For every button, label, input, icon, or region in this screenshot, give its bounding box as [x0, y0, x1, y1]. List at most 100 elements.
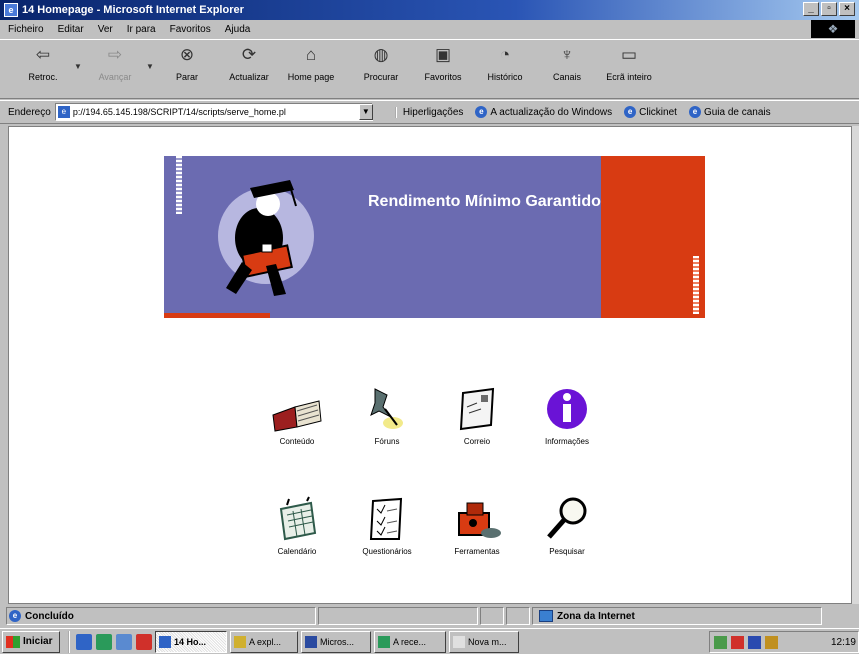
quick-launch	[68, 630, 152, 653]
ie-app-icon[interactable]: e	[4, 3, 18, 17]
vertical-scrollbar[interactable]	[852, 126, 859, 604]
status-text: Concluído	[25, 610, 74, 622]
task-new-message[interactable]: Nova m...	[449, 630, 519, 653]
forward-arrow-icon: ⇨	[107, 45, 123, 64]
link-windows-update-label: A actualização do Windows	[490, 106, 613, 118]
refresh-label: Actualizar	[229, 72, 269, 82]
search-globe-icon: ◍	[373, 45, 389, 64]
nav-correio[interactable]: Correio	[437, 385, 517, 446]
taskbar-clock[interactable]: 12:19	[831, 637, 858, 648]
stop-button[interactable]: ⊗ Parar	[156, 40, 218, 96]
word-task-icon	[305, 635, 317, 648]
start-button[interactable]: Iniciar	[2, 630, 60, 653]
maximize-button[interactable]: ▫	[821, 2, 837, 16]
menu-ficheiro[interactable]: Ficheiro	[8, 24, 44, 35]
ie-task-icon	[159, 635, 171, 648]
mail-task-icon	[378, 635, 390, 648]
title-bar: e 14 Homepage - Microsoft Internet Explo…	[0, 0, 859, 20]
favorites-label: Favoritos	[424, 72, 462, 82]
forward-button[interactable]: ⇨ Avançar	[84, 40, 146, 96]
tray-volume-icon[interactable]	[765, 635, 778, 649]
task-14-homepage[interactable]: 14 Ho...	[155, 630, 227, 653]
toolbox-icon	[458, 502, 501, 538]
link-channel-guide[interactable]: e Guia de canais	[688, 106, 771, 118]
channels-button[interactable]: ♆ Canais	[536, 40, 598, 96]
menu-bar: Ficheiro Editar Ver Ir para Favoritos Aj…	[0, 20, 859, 38]
menu-editar[interactable]: Editar	[58, 24, 84, 35]
tray-alert-icon[interactable]	[731, 635, 744, 649]
tray-app-icon[interactable]	[714, 635, 727, 649]
banner-stripes-left	[176, 156, 182, 214]
favorites-folder-icon: ▣	[434, 45, 452, 64]
status-bar: e Concluído Zona da Internet	[0, 606, 859, 626]
address-label: Endereço	[8, 106, 51, 118]
desktop-quicklaunch-icon[interactable]	[116, 633, 132, 650]
link-windows-update[interactable]: e A actualização do Windows	[475, 106, 612, 118]
nav-ferramentas[interactable]: Ferramentas	[437, 495, 517, 556]
address-bar: Endereço e p://194.65.145.198/SCRIPT/14/…	[0, 100, 859, 124]
close-button[interactable]: ×	[839, 2, 855, 16]
graduate-logo-icon	[218, 180, 314, 296]
nav-questionarios[interactable]: Questionários	[347, 495, 427, 556]
fullscreen-button[interactable]: ▭ Ecrã inteiro	[598, 40, 660, 96]
link-channel-guide-label: Guia de canais	[703, 106, 771, 118]
menu-ver[interactable]: Ver	[98, 24, 113, 35]
nav-questionarios-label: Questionários	[362, 547, 412, 556]
tray-network-icon[interactable]	[748, 635, 761, 649]
page-viewport[interactable]: Rendimento Mínimo Garantido Conteúdo Fór…	[8, 126, 852, 604]
nav-calendario[interactable]: Calendário	[257, 495, 337, 556]
back-dropdown-icon[interactable]: ▼	[74, 40, 84, 71]
search-button[interactable]: ◍ Procurar	[350, 40, 412, 96]
forward-dropdown-icon[interactable]: ▼	[146, 40, 156, 71]
channels-satellite-icon: ♆	[560, 45, 574, 64]
standard-toolbar: ⇦ Retroc. ▼ ⇨ Avançar ▼ ⊗ Parar ⟳ Actual…	[0, 39, 859, 99]
system-tray: 12:19	[709, 631, 859, 653]
address-input[interactable]: e p://194.65.145.198/SCRIPT/14/scripts/s…	[54, 103, 373, 121]
address-dropdown-icon[interactable]: ▼	[358, 104, 373, 120]
search-label: Procurar	[363, 72, 399, 82]
minimize-button[interactable]: _	[803, 2, 819, 16]
task-inbox-label: A rece...	[393, 636, 427, 647]
task-explorer[interactable]: A expl...	[230, 630, 298, 653]
zone-text: Zona da Internet	[557, 610, 635, 622]
stop-icon: ⊗	[179, 45, 195, 64]
nav-conteudo[interactable]: Conteúdo	[257, 385, 337, 446]
task-word[interactable]: Micros...	[301, 630, 371, 653]
refresh-icon: ⟳	[241, 45, 257, 64]
back-arrow-icon: ⇦	[35, 45, 51, 64]
nav-foruns[interactable]: Fóruns	[347, 385, 427, 446]
nav-calendario-label: Calendário	[277, 547, 317, 556]
status-text-panel: e Concluído	[6, 607, 316, 625]
home-button[interactable]: ⌂ Home page	[280, 40, 342, 96]
history-label: Histórico	[487, 72, 523, 82]
favorites-button[interactable]: ▣ Favoritos	[412, 40, 474, 96]
pushpin-icon	[370, 388, 403, 429]
history-icon: ◔	[499, 45, 511, 64]
channels-quicklaunch-icon[interactable]	[136, 633, 152, 650]
window-title: 14 Homepage - Microsoft Internet Explore…	[22, 4, 244, 16]
history-button[interactable]: ◔ Histórico	[474, 40, 536, 96]
back-button[interactable]: ⇦ Retroc.	[12, 40, 74, 96]
task-inbox[interactable]: A rece...	[374, 630, 446, 653]
fullscreen-icon: ▭	[620, 45, 638, 64]
stop-label: Parar	[175, 72, 198, 82]
links-label[interactable]: Hiperligações	[394, 106, 463, 118]
banner-red-bar	[164, 313, 270, 318]
nav-pesquisar[interactable]: Pesquisar	[527, 495, 607, 556]
refresh-button[interactable]: ⟳ Actualizar	[218, 40, 280, 96]
ie-quicklaunch-icon[interactable]	[76, 633, 92, 650]
nav-ferramentas-label: Ferramentas	[454, 547, 500, 556]
windows-logo-throbber: ❖	[811, 20, 855, 38]
forward-label: Avançar	[98, 72, 132, 82]
nav-informacoes[interactable]: Informações	[527, 385, 607, 446]
menu-ir-para[interactable]: Ir para	[127, 24, 156, 35]
site-banner: Rendimento Mínimo Garantido	[164, 156, 705, 318]
menu-favoritos[interactable]: Favoritos	[170, 24, 211, 35]
outlook-quicklaunch-icon[interactable]	[96, 633, 112, 650]
link-clickinet[interactable]: e Clickinet	[624, 106, 677, 118]
security-zone-panel[interactable]: Zona da Internet	[532, 607, 822, 625]
task-new-message-label: Nova m...	[468, 636, 507, 647]
banner-title: Rendimento Mínimo Garantido	[368, 193, 601, 210]
nav-informacoes-label: Informações	[544, 437, 590, 446]
menu-ajuda[interactable]: Ajuda	[225, 24, 251, 35]
